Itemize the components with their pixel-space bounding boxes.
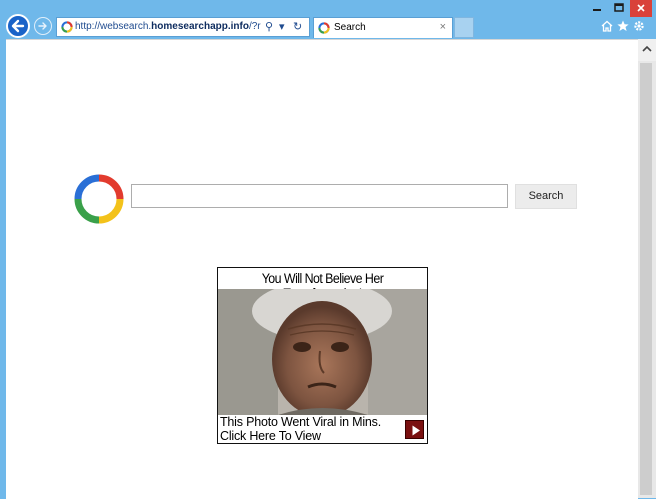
close-icon: [637, 4, 645, 12]
url-domain: homesearchapp.info: [151, 21, 249, 32]
address-dropdown-icon[interactable]: ▾: [279, 20, 285, 33]
tab-close-icon[interactable]: ×: [440, 21, 446, 33]
back-button[interactable]: [6, 14, 30, 38]
back-arrow-icon: [11, 19, 25, 33]
play-button-icon: [412, 425, 420, 436]
minimize-button[interactable]: [586, 0, 608, 17]
browser-chrome: http://websearch.homesearchapp.info/?r=f…: [0, 0, 656, 39]
tab-label: Search: [334, 22, 366, 33]
forward-arrow-icon: [38, 22, 47, 30]
site-favicon-icon: [61, 21, 73, 33]
ad-caption-line1: This Photo Went Viral in Mins.: [220, 415, 381, 429]
ad-photo: [218, 289, 427, 415]
close-button[interactable]: [630, 0, 652, 17]
minimize-icon: [593, 9, 601, 11]
url-prefix: http://websearch.: [75, 21, 152, 32]
scroll-up-button[interactable]: [638, 39, 656, 61]
maximize-icon: [614, 3, 624, 12]
forward-button[interactable]: [34, 17, 52, 35]
tab-favicon-icon: [318, 22, 330, 34]
settings-gear-icon[interactable]: [632, 19, 646, 33]
refresh-icon[interactable]: ↻: [293, 20, 302, 33]
advertisement-banner[interactable]: You Will Not Believe Her Transformation!…: [217, 267, 428, 444]
circular-multicolor-logo: [74, 174, 124, 224]
maximize-button[interactable]: [608, 0, 630, 17]
tab-search[interactable]: Search ×: [313, 17, 453, 38]
favorites-star-icon[interactable]: [616, 19, 630, 33]
ad-play-button[interactable]: [405, 420, 424, 439]
vertical-scrollbar[interactable]: [638, 39, 656, 498]
home-icon[interactable]: [600, 19, 614, 33]
chevron-up-icon: [642, 45, 652, 52]
ad-caption-line2[interactable]: Click Here To View: [220, 429, 321, 443]
search-button[interactable]: Search: [515, 184, 577, 209]
url-suffix: /?r=fL4TNMWL: [248, 21, 261, 32]
scrollbar-thumb[interactable]: [640, 63, 652, 495]
new-tab-button[interactable]: [454, 17, 474, 38]
search-input[interactable]: [131, 184, 508, 208]
address-bar[interactable]: http://websearch.homesearchapp.info/?r=f…: [56, 17, 310, 37]
search-icon[interactable]: ⚲: [265, 20, 273, 33]
url-text[interactable]: http://websearch.homesearchapp.info/?r=f…: [75, 21, 261, 32]
